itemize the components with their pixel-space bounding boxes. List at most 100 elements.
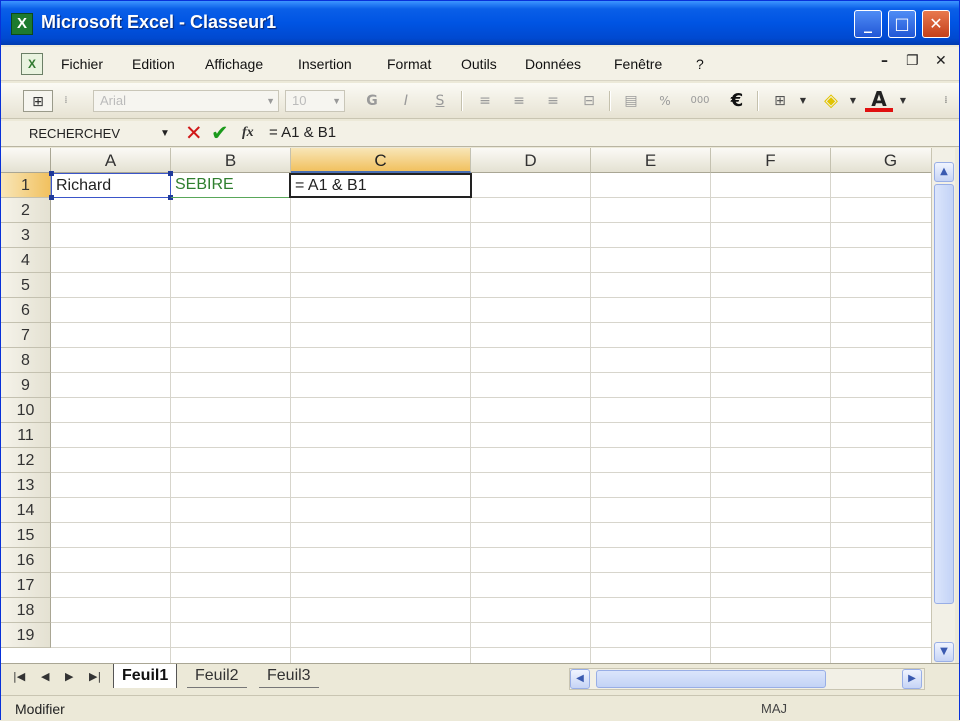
minimize-button[interactable]: _ — [854, 10, 882, 38]
close-button[interactable]: ✕ — [922, 10, 950, 38]
row-header-8[interactable]: 8 — [1, 348, 51, 373]
column-header-d[interactable]: D — [471, 148, 591, 173]
column-header-c[interactable]: C — [291, 148, 471, 173]
toolbar-separator — [461, 91, 463, 111]
menu-help[interactable]: ? — [696, 56, 704, 72]
select-all-corner[interactable] — [1, 148, 51, 173]
row-header-7[interactable]: 7 — [1, 323, 51, 348]
scroll-right-button[interactable]: ▶ — [902, 669, 922, 689]
cell-c1-active[interactable]: = A1 & B1 — [289, 173, 472, 198]
toolbar-options-icon[interactable]: ⊞ — [23, 90, 53, 112]
last-sheet-button[interactable]: ▶| — [89, 670, 101, 683]
cell-b1[interactable]: SEBIRE — [171, 173, 291, 198]
percent-button[interactable]: % — [653, 90, 677, 112]
italic-button[interactable]: I — [395, 90, 417, 112]
menu-donnees[interactable]: Données — [525, 56, 581, 72]
euro-button[interactable]: € — [725, 90, 749, 112]
cancel-icon[interactable]: ✕ — [185, 121, 203, 145]
menu-format[interactable]: Format — [387, 56, 431, 72]
name-box[interactable]: RECHERCHEV — [19, 123, 179, 145]
row-header-3[interactable]: 3 — [1, 223, 51, 248]
column-header-b[interactable]: B — [171, 148, 291, 173]
toolbar-grip-icon: ⁞ — [64, 95, 68, 106]
thousands-button[interactable]: 000 — [685, 90, 715, 112]
menu-affichage[interactable]: Affichage — [205, 56, 263, 72]
menu-fichier[interactable]: Fichier — [61, 56, 103, 72]
maximize-button[interactable]: □ — [888, 10, 916, 38]
chevron-down-icon[interactable]: ▼ — [897, 90, 909, 112]
chevron-down-icon[interactable]: ▼ — [157, 123, 173, 145]
row-header-14[interactable]: 14 — [1, 498, 51, 523]
first-sheet-button[interactable]: |◀ — [13, 670, 25, 683]
column-header-f[interactable]: F — [711, 148, 831, 173]
menu-edition[interactable]: Edition — [132, 56, 175, 72]
sheet-tab-feuil3[interactable]: Feuil3 — [259, 664, 319, 688]
scroll-up-button[interactable]: ▲ — [934, 162, 954, 182]
row-header-10[interactable]: 10 — [1, 398, 51, 423]
workbook-icon[interactable]: X — [21, 53, 43, 75]
enter-icon[interactable]: ✔ — [211, 121, 229, 145]
mdi-close-button[interactable]: ✕ — [935, 53, 947, 69]
row-header-9[interactable]: 9 — [1, 373, 51, 398]
title-bar: X Microsoft Excel - Classeur1 _ □ ✕ — [1, 1, 959, 45]
mdi-restore-button[interactable]: ❐ — [906, 53, 919, 69]
align-right-icon[interactable]: ≡ — [541, 90, 565, 112]
insert-function-icon[interactable]: fx — [242, 125, 254, 141]
gridline-horizontal — [51, 272, 931, 273]
row-header-12[interactable]: 12 — [1, 448, 51, 473]
gridline-horizontal — [51, 297, 931, 298]
row-header-2[interactable]: 2 — [1, 198, 51, 223]
row-header-4[interactable]: 4 — [1, 248, 51, 273]
row-header-17[interactable]: 17 — [1, 573, 51, 598]
chevron-down-icon[interactable]: ▼ — [797, 90, 809, 112]
column-header-a[interactable]: A — [51, 148, 171, 173]
menu-insertion[interactable]: Insertion — [298, 56, 352, 72]
row-header-13[interactable]: 13 — [1, 473, 51, 498]
row-header-15[interactable]: 15 — [1, 523, 51, 548]
range-handle[interactable] — [49, 171, 54, 176]
column-header-e[interactable]: E — [591, 148, 711, 173]
row-header-11[interactable]: 11 — [1, 423, 51, 448]
status-mode: Modifier — [15, 701, 65, 717]
horizontal-scrollbar[interactable]: ◀ ▶ — [569, 668, 925, 690]
merge-center-icon[interactable]: ⊟ — [575, 90, 603, 112]
currency-icon[interactable]: ▤ — [619, 90, 643, 112]
toolbar-overflow-icon[interactable]: ⁞ — [939, 90, 953, 112]
row-header-5[interactable]: 5 — [1, 273, 51, 298]
sheet-tab-feuil1[interactable]: Feuil1 — [113, 664, 178, 688]
menu-outils[interactable]: Outils — [461, 56, 497, 72]
align-center-icon[interactable]: ≡ — [507, 90, 531, 112]
menu-fenetre[interactable]: Fenêtre — [614, 56, 662, 72]
formula-input[interactable]: = A1 & B1 — [269, 124, 336, 141]
scroll-down-button[interactable]: ▼ — [934, 642, 954, 662]
font-size-combo[interactable]: 10 ▼ — [285, 90, 345, 112]
horizontal-scroll-thumb[interactable] — [596, 670, 826, 688]
row-header-19[interactable]: 19 — [1, 623, 51, 648]
bold-button[interactable]: G — [361, 90, 383, 112]
cell-a1[interactable]: Richard — [51, 173, 171, 198]
row-header-1[interactable]: 1 — [1, 173, 51, 198]
column-header-g[interactable]: G — [831, 148, 931, 173]
status-bar: Modifier MAJ — [1, 695, 959, 721]
range-handle[interactable] — [49, 195, 54, 200]
borders-icon[interactable]: ⊞ — [767, 90, 793, 112]
row-header-6[interactable]: 6 — [1, 298, 51, 323]
prev-sheet-button[interactable]: ◀ — [41, 670, 49, 683]
align-left-icon[interactable]: ≡ — [473, 90, 497, 112]
row-header-16[interactable]: 16 — [1, 548, 51, 573]
font-color-icon[interactable]: A — [865, 89, 893, 112]
font-name-combo[interactable]: Arial ▼ — [93, 90, 279, 112]
vertical-scroll-thumb[interactable] — [934, 184, 954, 604]
vertical-scrollbar[interactable]: ▲ ▼ — [931, 148, 955, 663]
row-header-18[interactable]: 18 — [1, 598, 51, 623]
gridline-horizontal — [51, 647, 931, 648]
sheet-tab-feuil2[interactable]: Feuil2 — [187, 664, 247, 688]
next-sheet-button[interactable]: ▶ — [65, 670, 73, 683]
worksheet-grid[interactable]: ABCDEFG 1 2 3 4 5 6 7 8 9 10 11 12 13 14 15 16 17 18 19 Ri… — [1, 148, 931, 663]
mdi-minimize-button[interactable]: – — [881, 53, 888, 69]
chevron-down-icon[interactable]: ▼ — [847, 90, 859, 112]
fill-color-icon[interactable]: ◈ — [817, 90, 845, 112]
scroll-left-button[interactable]: ◀ — [570, 669, 590, 689]
underline-button[interactable]: S — [429, 90, 451, 112]
gridline-horizontal — [51, 422, 931, 423]
